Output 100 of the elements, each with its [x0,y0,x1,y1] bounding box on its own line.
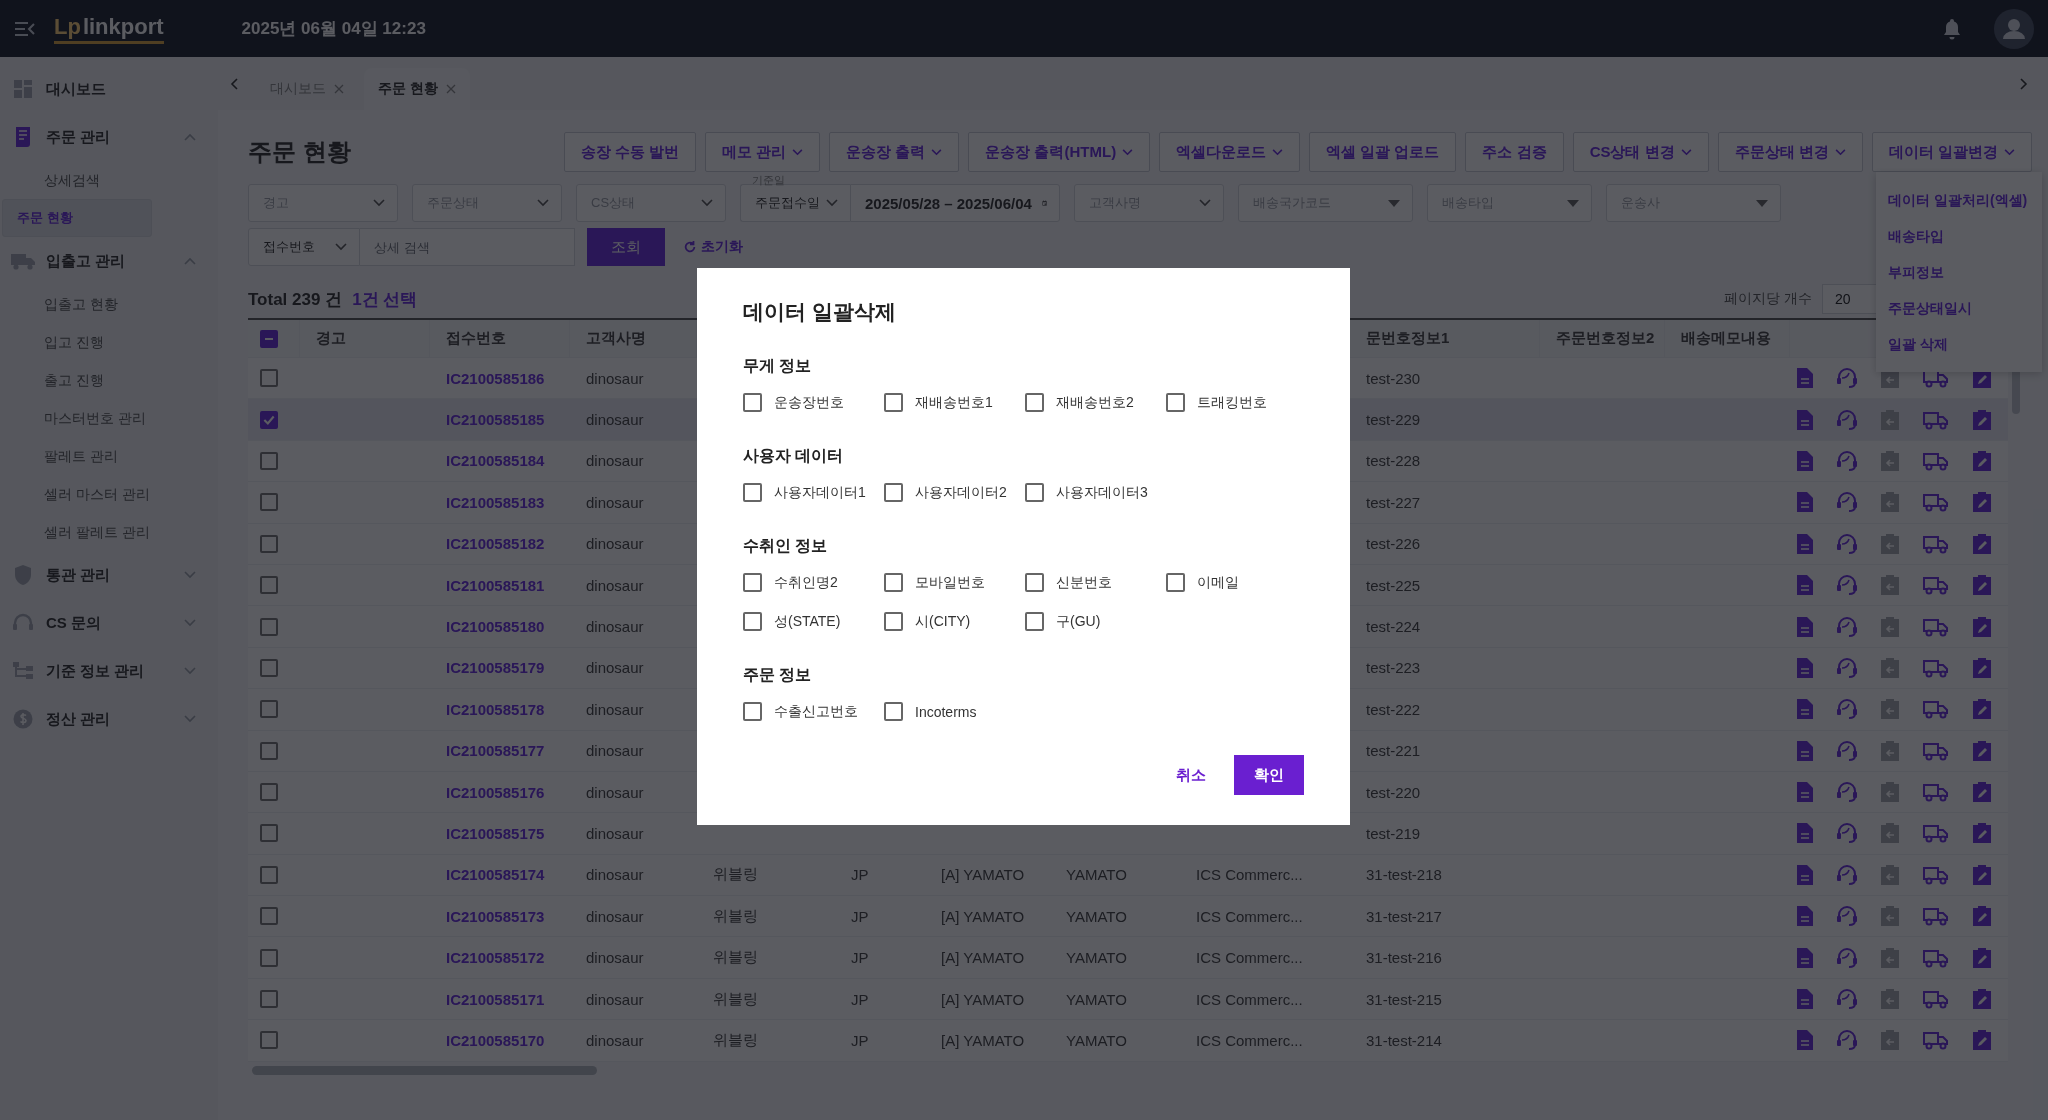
edit-icon[interactable] [1972,781,1992,804]
truck-icon[interactable] [1922,823,1950,844]
order-number-link[interactable]: IC2100585184 [446,452,545,470]
menu-icon[interactable] [14,20,36,37]
cancel-button[interactable]: 취소 [1170,764,1212,786]
order-number-link[interactable]: IC2100585185 [446,411,545,429]
truck-icon[interactable] [1922,740,1950,761]
headset-icon[interactable] [1836,449,1858,472]
clipboard-icon[interactable] [1880,532,1900,555]
headset-icon[interactable] [1836,532,1858,555]
clipboard-icon[interactable] [1880,615,1900,638]
row-checkbox[interactable] [260,534,278,553]
truck-icon[interactable] [1922,657,1950,678]
checkbox[interactable] [884,573,903,592]
headset-icon[interactable] [1836,739,1858,762]
edit-icon[interactable] [1972,822,1992,845]
toolbar-button[interactable]: 데이터 일괄변경 [1871,132,2032,172]
row-checkbox[interactable] [260,1031,278,1050]
checkbox[interactable] [743,612,762,631]
clipboard-icon[interactable] [1880,905,1900,928]
toolbar-button[interactable]: 운송장 출력(HTML) [968,132,1151,172]
reset-link[interactable]: 초기화 [683,238,743,256]
headset-icon[interactable] [1836,698,1858,721]
order-number-link[interactable]: IC2100585173 [446,907,545,925]
truck-icon[interactable] [1922,409,1950,430]
checkbox[interactable] [884,393,903,412]
edit-icon[interactable] [1972,863,1992,886]
sidebar-item[interactable]: 주문 현황 [2,199,152,237]
menu-item[interactable]: 데이터 일괄처리(엑셀) [1876,182,2042,218]
edit-icon[interactable] [1972,656,1992,679]
document-icon[interactable] [1796,905,1814,928]
sidebar-section[interactable]: 통관 관리 [0,551,218,599]
toolbar-button[interactable]: 송장 수동 발번 [563,132,696,172]
clipboard-icon[interactable] [1880,988,1900,1011]
checkbox-option[interactable]: 성(STATE) [743,612,884,631]
row-checkbox[interactable] [260,576,278,595]
checkbox-option[interactable]: Incoterms [884,702,1025,721]
document-icon[interactable] [1796,408,1814,431]
clipboard-icon[interactable] [1880,449,1900,472]
order-number-link[interactable]: IC2100585174 [446,866,545,884]
order-number-link[interactable]: IC2100585180 [446,618,545,636]
headset-icon[interactable] [1836,988,1858,1011]
row-checkbox[interactable] [260,451,278,470]
order-number-link[interactable]: IC2100585183 [446,493,545,511]
row-checkbox[interactable] [260,369,278,388]
clipboard-icon[interactable] [1880,656,1900,679]
toolbar-button[interactable]: CS상태 변경 [1572,132,1709,172]
truck-icon[interactable] [1922,575,1950,596]
search-button[interactable]: 조회 [587,228,665,266]
column-header[interactable]: 주문번호정보2 [1556,329,1655,348]
clipboard-icon[interactable] [1880,1029,1900,1052]
column-header[interactable]: 문번호정보1 [1366,329,1450,348]
toolbar-button[interactable]: 주소 검증 [1465,132,1564,172]
headset-icon[interactable] [1836,615,1858,638]
clipboard-icon[interactable] [1880,863,1900,886]
checkbox[interactable] [743,573,762,592]
edit-icon[interactable] [1972,988,1992,1011]
document-icon[interactable] [1796,863,1814,886]
row-checkbox[interactable] [260,410,278,429]
row-checkbox[interactable] [260,865,278,884]
truck-icon[interactable] [1922,699,1950,720]
row-checkbox[interactable] [260,700,278,719]
truck-icon[interactable] [1922,782,1950,803]
edit-icon[interactable] [1972,532,1992,555]
checkbox[interactable] [884,483,903,502]
clipboard-icon[interactable] [1880,822,1900,845]
document-icon[interactable] [1796,822,1814,845]
checkbox[interactable] [743,483,762,502]
clipboard-icon[interactable] [1880,739,1900,762]
checkbox[interactable] [1166,573,1185,592]
edit-icon[interactable] [1972,574,1992,597]
checkbox-option[interactable]: 사용자데이터1 [743,483,884,502]
checkbox[interactable] [1025,483,1044,502]
document-icon[interactable] [1796,532,1814,555]
order-number-link[interactable]: IC2100585182 [446,535,545,553]
close-icon[interactable] [334,84,344,94]
checkbox-option[interactable]: 사용자데이터2 [884,483,1025,502]
document-icon[interactable] [1796,615,1814,638]
headset-icon[interactable] [1836,946,1858,969]
document-icon[interactable] [1796,988,1814,1011]
edit-icon[interactable] [1972,615,1992,638]
truck-icon[interactable] [1922,1030,1950,1051]
edit-icon[interactable] [1972,408,1992,431]
column-header[interactable]: 고객사명 [586,329,646,348]
document-icon[interactable] [1796,449,1814,472]
headset-icon[interactable] [1836,656,1858,679]
checkbox-option[interactable]: 사용자데이터3 [1025,483,1166,502]
column-header[interactable]: 배송메모내용 [1681,329,1771,348]
logo[interactable]: Lplinkport [54,13,164,44]
user-avatar-icon[interactable] [1994,8,2034,49]
truck-icon[interactable] [1922,906,1950,927]
order-number-link[interactable]: IC2100585170 [446,1031,545,1049]
select-all-checkbox[interactable] [260,329,278,348]
row-checkbox[interactable] [260,658,278,677]
sidebar-section[interactable]: 주문 관리 [0,113,218,161]
document-icon[interactable] [1796,367,1814,390]
headset-icon[interactable] [1836,574,1858,597]
checkbox-option[interactable]: 수출신고번호 [743,702,884,721]
edit-icon[interactable] [1972,905,1992,928]
column-header[interactable]: 접수번호 [446,329,506,348]
